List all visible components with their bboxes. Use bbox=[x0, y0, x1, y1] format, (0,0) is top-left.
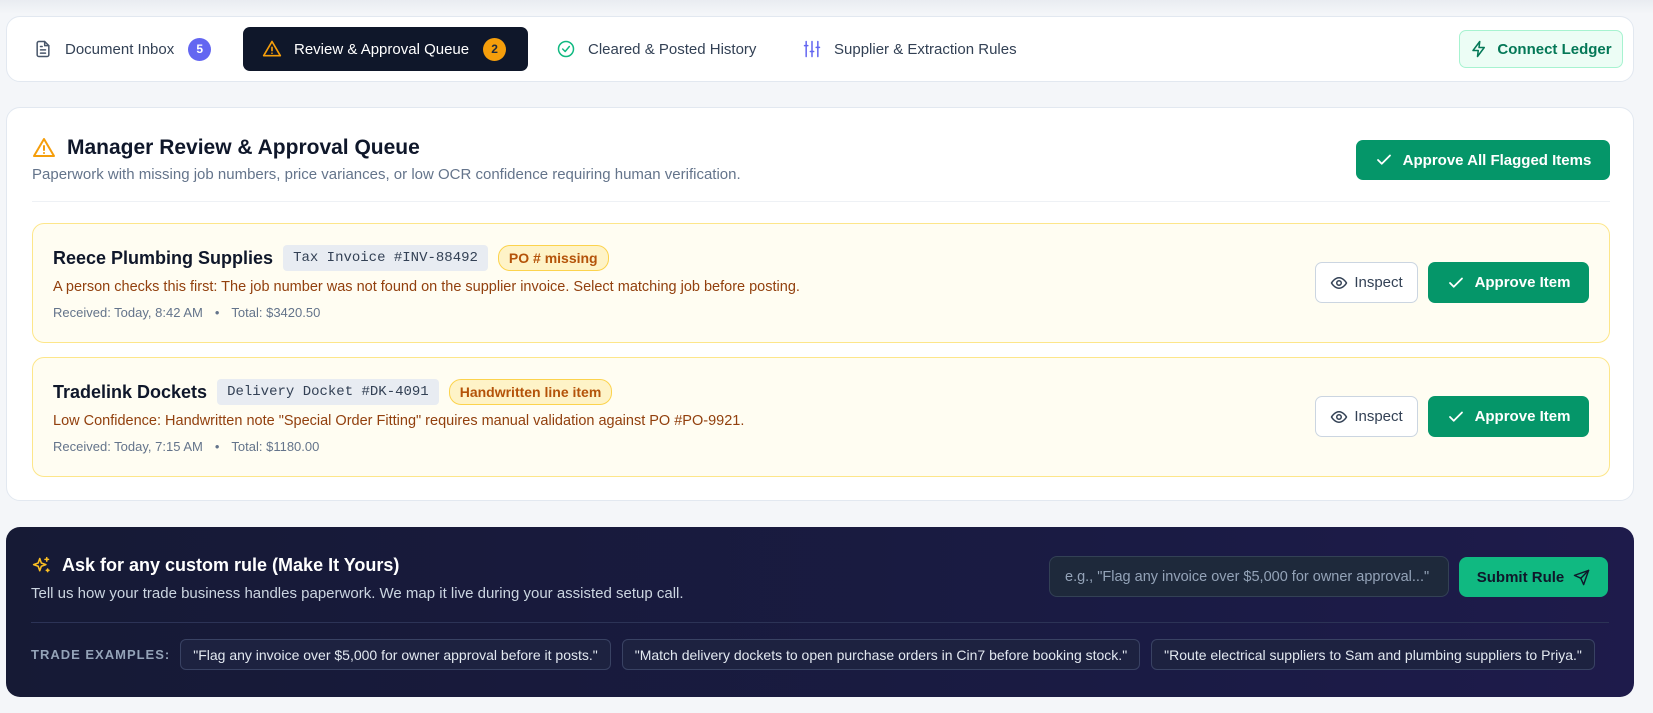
received-time: Received: Today, 8:42 AM bbox=[53, 305, 203, 320]
check-icon bbox=[1375, 151, 1393, 169]
approve-all-label: Approve All Flagged Items bbox=[1402, 151, 1592, 169]
trade-examples-label: TRADE EXAMPLES: bbox=[31, 647, 171, 662]
example-chip[interactable]: "Match delivery dockets to open purchase… bbox=[621, 639, 1141, 670]
top-shadow bbox=[0, 0, 1653, 14]
item-meta: Received: Today, 8:42 AM • Total: $3420.50 bbox=[53, 305, 320, 320]
tab-document-inbox[interactable]: Document Inbox 5 bbox=[33, 27, 243, 71]
submit-rule-button[interactable]: Submit Rule bbox=[1459, 557, 1608, 597]
warning-icon bbox=[262, 39, 282, 59]
item-message: A person checks this first: The job numb… bbox=[53, 279, 800, 295]
example-chip[interactable]: "Flag any invoice over $5,000 for owner … bbox=[180, 639, 611, 670]
panel-header: Manager Review & Approval Queue Paperwor… bbox=[32, 136, 1610, 202]
inspect-label: Inspect bbox=[1354, 408, 1403, 425]
item-message: Low Confidence: Handwritten note "Specia… bbox=[53, 413, 745, 429]
lightning-icon bbox=[1470, 40, 1488, 58]
check-icon bbox=[1447, 408, 1465, 426]
tab-supplier-extraction-rules[interactable]: Supplier & Extraction Rules bbox=[802, 27, 1017, 71]
review-item-card: Tradelink Dockets Delivery Docket #DK-40… bbox=[32, 357, 1610, 477]
review-count-badge: 2 bbox=[483, 37, 507, 61]
document-icon bbox=[33, 39, 53, 59]
custom-rule-subtitle: Tell us how your trade business handles … bbox=[31, 585, 684, 602]
tab-label: Document Inbox bbox=[65, 40, 175, 58]
connect-ledger-label: Connect Ledger bbox=[1497, 40, 1612, 58]
divider bbox=[31, 622, 1609, 623]
submit-rule-label: Submit Rule bbox=[1476, 568, 1565, 586]
item-total: Total: $3420.50 bbox=[231, 305, 321, 320]
card-header: Tradelink Dockets Delivery Docket #DK-40… bbox=[53, 379, 613, 405]
approve-all-button[interactable]: Approve All Flagged Items bbox=[1356, 140, 1610, 180]
card-header: Reece Plumbing Supplies Tax Invoice #INV… bbox=[53, 245, 609, 271]
page-title-text: Manager Review & Approval Queue bbox=[67, 136, 420, 159]
sparkles-icon bbox=[31, 555, 52, 576]
tab-review-approval-queue[interactable]: Review & Approval Queue 2 bbox=[243, 27, 528, 71]
connect-ledger-button[interactable]: Connect Ledger bbox=[1459, 30, 1623, 68]
custom-rule-panel: Ask for any custom rule (Make It Yours) … bbox=[6, 527, 1634, 697]
check-icon bbox=[1447, 274, 1465, 292]
separator-dot: • bbox=[214, 305, 220, 320]
approve-item-label: Approve Item bbox=[1474, 408, 1571, 425]
document-reference: Tax Invoice #INV-88492 bbox=[283, 245, 488, 271]
warning-icon bbox=[32, 136, 56, 160]
custom-rule-input[interactable] bbox=[1049, 556, 1449, 597]
review-item-card: Reece Plumbing Supplies Tax Invoice #INV… bbox=[32, 223, 1610, 343]
supplier-name: Reece Plumbing Supplies bbox=[53, 247, 274, 268]
sliders-icon bbox=[802, 39, 822, 59]
send-icon bbox=[1573, 569, 1590, 586]
custom-rule-title-text: Ask for any custom rule (Make It Yours) bbox=[62, 555, 400, 575]
inspect-button[interactable]: Inspect bbox=[1315, 262, 1418, 303]
flag-badge: Handwritten line item bbox=[448, 379, 613, 405]
review-panel: Manager Review & Approval Queue Paperwor… bbox=[6, 107, 1634, 501]
item-total: Total: $1180.00 bbox=[231, 439, 320, 454]
approve-item-button[interactable]: Approve Item bbox=[1428, 396, 1589, 437]
tab-label: Review & Approval Queue bbox=[294, 40, 470, 58]
tab-cleared-posted-history[interactable]: Cleared & Posted History bbox=[556, 27, 802, 71]
approve-item-label: Approve Item bbox=[1474, 274, 1571, 291]
received-time: Received: Today, 7:15 AM bbox=[53, 439, 203, 454]
eye-icon bbox=[1330, 274, 1348, 292]
custom-rule-title: Ask for any custom rule (Make It Yours) bbox=[31, 555, 399, 576]
top-nav: Document Inbox 5 Review & Approval Queue… bbox=[6, 16, 1634, 82]
inbox-count-badge: 5 bbox=[188, 37, 212, 61]
document-reference: Delivery Docket #DK-4091 bbox=[217, 379, 439, 405]
check-circle-icon bbox=[556, 39, 576, 59]
inspect-label: Inspect bbox=[1354, 274, 1403, 291]
tab-label: Supplier & Extraction Rules bbox=[834, 40, 1017, 58]
item-meta: Received: Today, 7:15 AM • Total: $1180.00 bbox=[53, 439, 319, 454]
separator-dot: • bbox=[214, 439, 220, 454]
eye-icon bbox=[1330, 408, 1348, 426]
approve-item-button[interactable]: Approve Item bbox=[1428, 262, 1589, 303]
trade-examples: TRADE EXAMPLES: "Flag any invoice over $… bbox=[31, 639, 1606, 670]
example-chip[interactable]: "Route electrical suppliers to Sam and p… bbox=[1151, 639, 1595, 670]
flag-badge: PO # missing bbox=[497, 245, 609, 271]
inspect-button[interactable]: Inspect bbox=[1315, 396, 1418, 437]
tab-label: Cleared & Posted History bbox=[588, 40, 757, 58]
supplier-name: Tradelink Dockets bbox=[53, 381, 208, 402]
